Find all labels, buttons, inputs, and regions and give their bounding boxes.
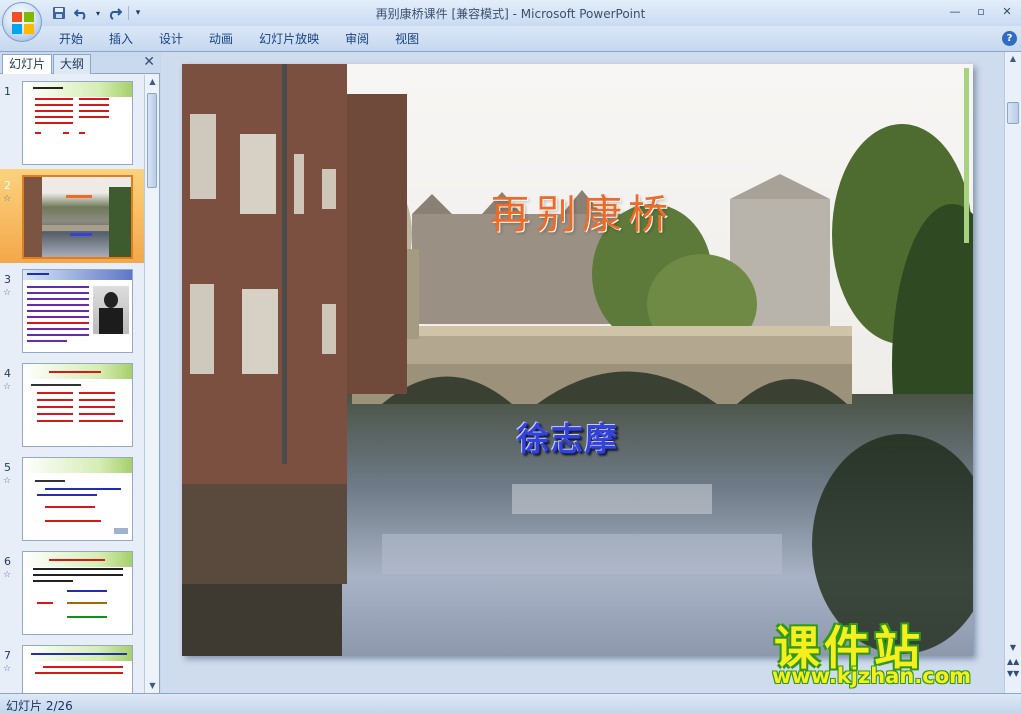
help-icon[interactable]: ? [1002,31,1017,46]
previous-slide-icon[interactable]: ▲▲ [1007,656,1019,667]
scroll-thumb[interactable] [1007,102,1019,124]
tab-view[interactable]: 视图 [382,26,432,52]
slide-number: 4 [4,367,11,380]
slide-preview [22,175,133,259]
tab-animations[interactable]: 动画 [196,26,246,52]
slide-preview [22,81,133,165]
scroll-up-icon[interactable]: ▲ [1005,52,1021,66]
scroll-down-icon[interactable]: ▼ [1007,642,1019,653]
slide-number: 3 [4,273,11,286]
title-bar: ▾ ▾ 再别康桥课件 [兼容模式] - Microsoft PowerPoint… [0,0,1021,26]
minimize-button[interactable]: — [943,2,967,20]
slide-thumbnail[interactable]: 7 ☆ [0,639,144,693]
watermark-url: www.kjzhan.com [772,664,972,688]
scroll-down-icon[interactable]: ▼ [145,679,160,693]
watermark-logo: 课件站 www.kjzhan.com [768,612,1008,694]
office-logo-icon [12,12,34,34]
scroll-thumb[interactable] [147,93,157,188]
slide-thumbnail[interactable]: 1 [0,75,144,169]
slide-scrollbar[interactable]: ▲ ▼ ▲▲ ▼▼ [1004,52,1021,693]
scroll-up-icon[interactable]: ▲ [145,75,160,89]
slide-editing-area: 再别康桥 徐志摩 [161,52,1004,693]
transition-icon: ☆ [3,288,12,298]
transition-icon: ☆ [3,570,12,580]
close-button[interactable]: ✕ [995,2,1019,20]
slide-number: 5 [4,461,11,474]
slide-thumbnail[interactable]: 5 ☆ [0,451,144,545]
slide-preview [22,363,133,447]
slide-thumbnail[interactable]: 3 ☆ [0,263,144,357]
maximize-button[interactable]: ▫ [969,2,993,20]
slide-accent-bar [964,68,969,243]
slide-thumbnail-selected[interactable]: 2 ☆ [0,169,144,263]
office-button[interactable] [2,2,42,42]
slide-background-photo [182,64,973,656]
slide-counter: 幻灯片 2/26 [6,699,73,713]
tab-slideshow[interactable]: 幻灯片放映 [246,26,332,52]
slide-thumbnail-list: 1 2 ☆ 3 ☆ 4 ☆ 5 ☆ 6 ☆ 7 ☆ [0,75,144,693]
window-controls: — ▫ ✕ [943,2,1019,20]
slides-pane: 幻灯片 大纲 ✕ 1 2 ☆ 3 ☆ 4 ☆ 5 ☆ 6 ☆ 7 ☆ ▲ ▼ [0,52,160,693]
slide-canvas[interactable]: 再别康桥 徐志摩 [182,64,973,656]
slide-thumbnail[interactable]: 4 ☆ [0,357,144,451]
slide-author[interactable]: 徐志摩 [517,414,619,460]
slide-preview [22,645,133,693]
next-slide-icon[interactable]: ▼▼ [1007,668,1019,679]
pane-tab-bar: 幻灯片 大纲 ✕ [0,52,160,74]
window-title: 再别康桥课件 [兼容模式] - Microsoft PowerPoint [375,7,646,21]
status-bar: 幻灯片 2/26 [0,693,1021,714]
slide-preview [22,269,133,353]
tab-outline[interactable]: 大纲 [53,54,92,74]
transition-icon: ☆ [3,476,12,486]
tab-review[interactable]: 审阅 [332,26,382,52]
slide-number: 6 [4,555,11,568]
tab-home[interactable]: 开始 [46,26,96,52]
transition-icon: ☆ [3,382,12,392]
slide-preview [22,457,133,541]
tab-slides[interactable]: 幻灯片 [2,54,53,74]
slide-number: 1 [4,85,11,98]
tab-insert[interactable]: 插入 [96,26,146,52]
transition-icon: ☆ [3,194,12,204]
close-pane-icon[interactable]: ✕ [143,54,155,70]
ribbon-tab-bar: 开始 插入 设计 动画 幻灯片放映 审阅 视图 ? [0,26,1021,52]
slide-title[interactable]: 再别康桥 [490,182,674,240]
slide-preview [22,551,133,635]
slide-number: 2 [4,179,11,192]
transition-icon: ☆ [3,664,12,674]
slide-thumbnail[interactable]: 6 ☆ [0,545,144,639]
thumbnail-scrollbar[interactable]: ▲ ▼ [144,75,159,693]
slide-number: 7 [4,649,11,662]
tab-design[interactable]: 设计 [146,26,196,52]
